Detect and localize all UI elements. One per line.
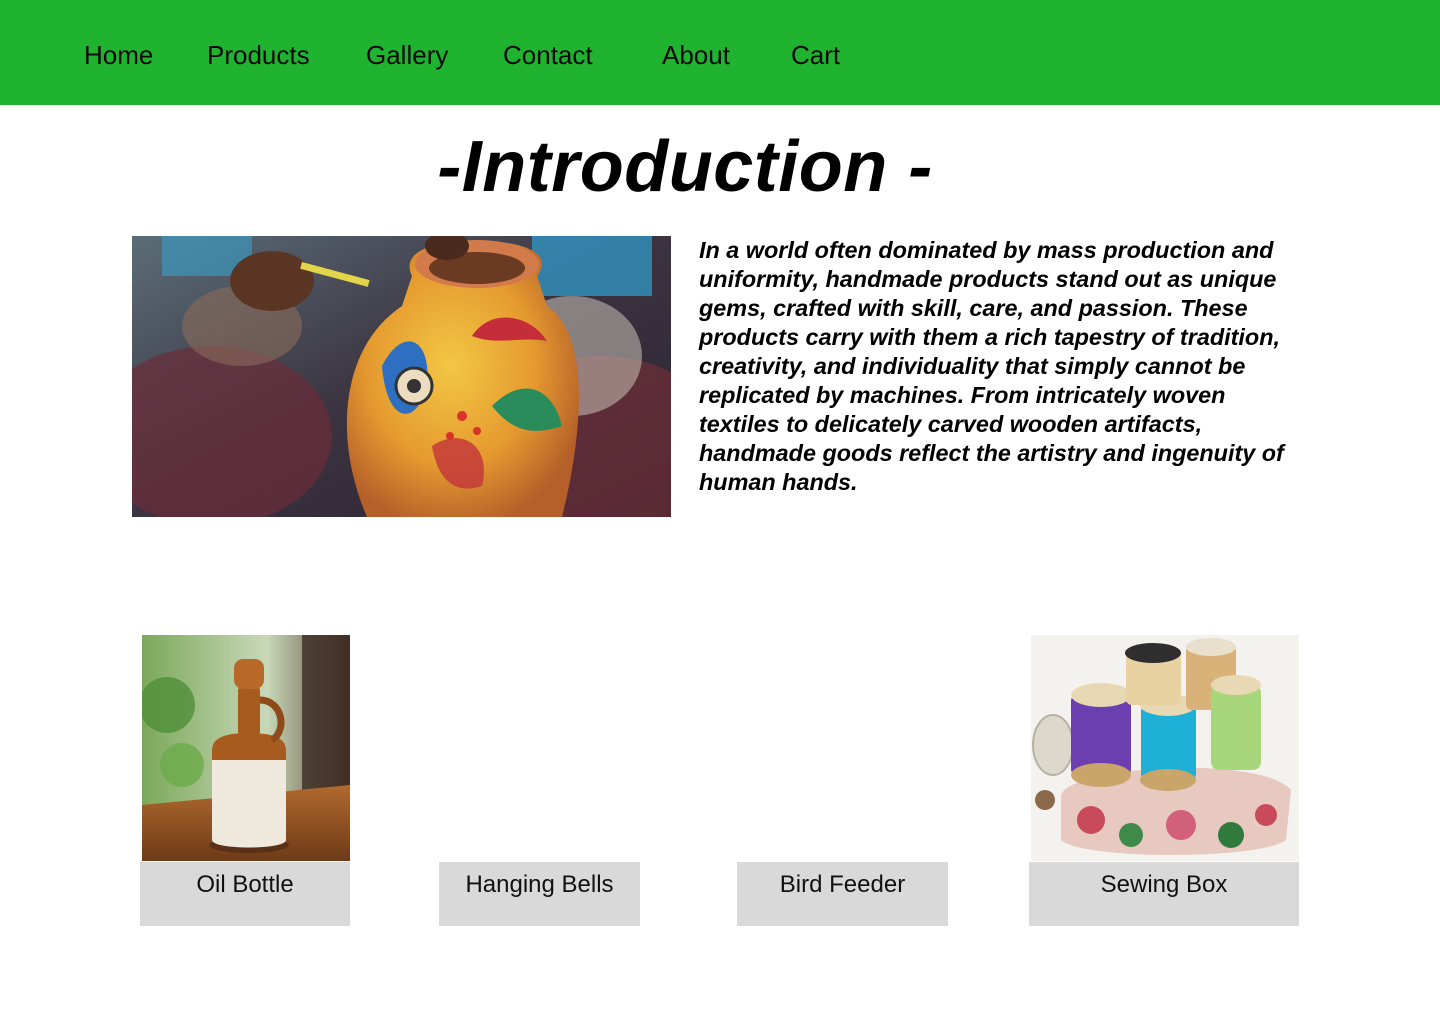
oil-bottle-image[interactable] (142, 635, 350, 861)
painted-vase-image (132, 236, 671, 517)
product-label-bird-feeder[interactable]: Bird Feeder (737, 862, 948, 926)
nav-gallery[interactable]: Gallery (366, 36, 448, 74)
top-navbar: Home Products Gallery Contact About Cart (0, 0, 1440, 105)
page-title: -Introduction - (437, 127, 933, 207)
sewing-box-image[interactable] (1031, 635, 1299, 861)
nav-about[interactable]: About (662, 36, 730, 74)
product-label-hanging-bells[interactable]: Hanging Bells (439, 862, 640, 926)
product-label-sewing-box[interactable]: Sewing Box (1029, 862, 1299, 926)
intro-paragraph: In a world often dominated by mass produ… (699, 237, 1284, 495)
nav-cart[interactable]: Cart (791, 36, 840, 74)
nav-home[interactable]: Home (84, 36, 153, 74)
nav-products[interactable]: Products (207, 36, 310, 74)
nav-contact[interactable]: Contact (503, 36, 593, 74)
product-label-oil-bottle[interactable]: Oil Bottle (140, 862, 350, 926)
